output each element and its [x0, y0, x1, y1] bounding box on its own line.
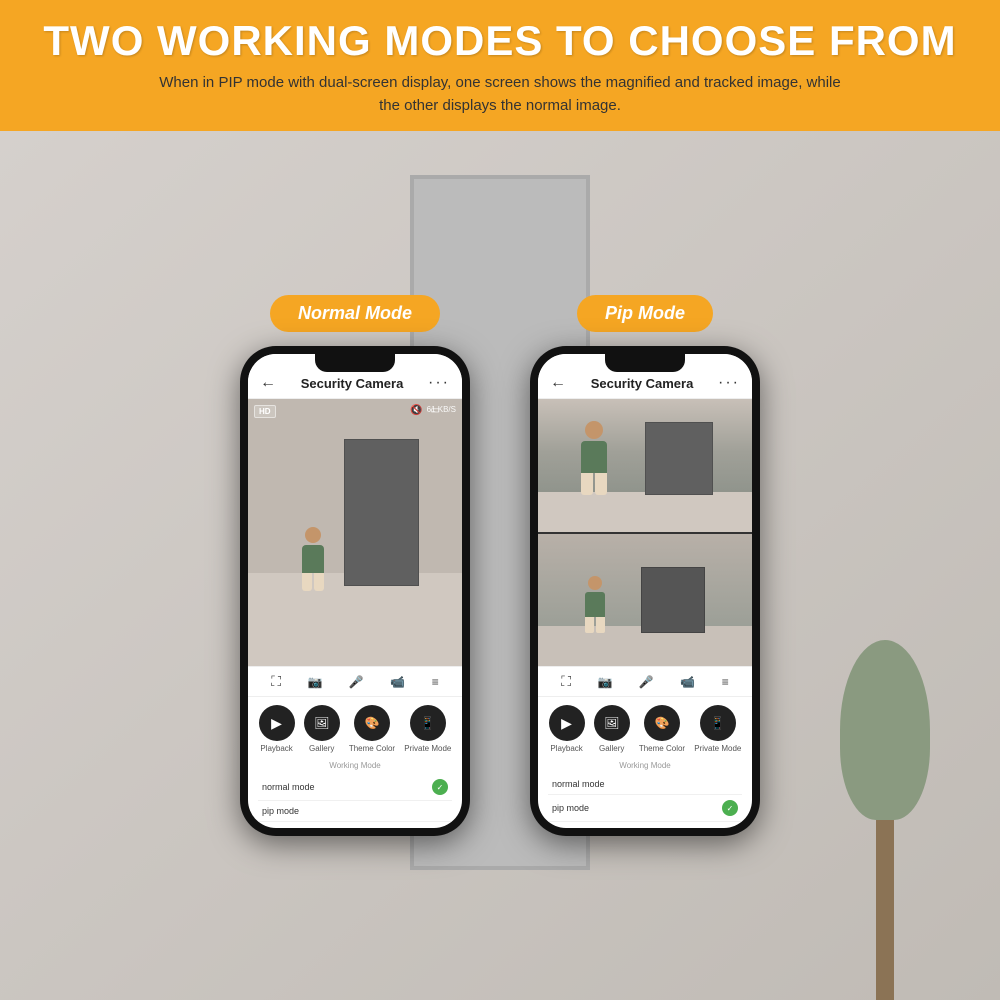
cam-floor	[248, 573, 462, 666]
toolbar-normal: ⛶ 📷 🎤 📹 ≡	[248, 666, 462, 697]
action-buttons-pip: ▶ Playback 🖼 Gallery 🎨 Theme Color �	[538, 697, 752, 757]
person-leg-right	[314, 573, 324, 591]
back-icon-pip[interactable]: ←	[550, 374, 566, 392]
theme-icon-pip: 🎨	[644, 705, 680, 741]
toolbar-fullscreen-pip[interactable]: ⛶	[561, 673, 571, 690]
tree-trunk	[876, 820, 894, 1000]
playback-label: Playback	[260, 744, 292, 753]
camera-scene-normal: HD 61 KB/S 🔇 ▭	[248, 399, 462, 666]
toolbar-record-pip[interactable]: 📹	[680, 675, 695, 689]
person-figure-normal	[302, 527, 324, 591]
tree-canopy	[840, 640, 930, 820]
normal-mode-option[interactable]: normal mode ✓	[258, 774, 452, 801]
cam-door	[344, 439, 419, 586]
theme-icon: 🎨	[354, 705, 390, 741]
phone-notch-right	[605, 354, 685, 372]
header-section: TWO WORKING MODES TO CHOOSE FROM When in…	[0, 0, 1000, 131]
theme-color-btn[interactable]: 🎨 Theme Color	[349, 705, 395, 753]
camera-view-normal: HD 61 KB/S 🔇 ▭	[248, 399, 462, 666]
pip-bottom-view	[538, 534, 752, 667]
gallery-label-pip: Gallery	[599, 744, 624, 753]
gallery-label: Gallery	[309, 744, 334, 753]
toolbar-menu[interactable]: ≡	[432, 675, 439, 689]
pip-top-view	[538, 399, 752, 534]
playback-icon-pip: ▶	[549, 705, 585, 741]
toolbar-pip: ⛶ 📷 🎤 📹 ≡	[538, 666, 752, 697]
gallery-icon-pip: 🖼	[594, 705, 630, 741]
person-legs	[302, 573, 324, 591]
background-tree	[840, 720, 930, 1000]
working-mode-pip: Working Mode normal mode pip mode ✓	[538, 757, 752, 828]
pip-mode-screen: ← Security Camera ···	[538, 354, 752, 828]
normal-mode-check: ✓	[432, 779, 448, 795]
page-subtitle: When in PIP mode with dual-screen displa…	[150, 72, 850, 117]
private-icon: 📱	[410, 705, 446, 741]
pip-mode-option-in-normal[interactable]: pip mode	[258, 801, 452, 822]
private-label-pip: Private Mode	[694, 744, 741, 753]
toolbar-camera[interactable]: 📷	[307, 675, 322, 689]
theme-label-pip: Theme Color	[639, 744, 685, 753]
normal-mode-badge: Normal Mode	[270, 295, 440, 332]
person-leg-left	[302, 573, 312, 591]
normal-mode-phone: ← Security Camera ···	[240, 346, 470, 836]
normal-mode-option-pip[interactable]: normal mode	[548, 774, 742, 795]
person-head	[305, 527, 321, 543]
gallery-icon: 🖼	[304, 705, 340, 741]
playback-label-pip: Playback	[550, 744, 582, 753]
pip-mode-wrapper: Pip Mode ← Security Camera ···	[530, 295, 760, 836]
private-mode-btn-pip[interactable]: 📱 Private Mode	[694, 705, 741, 753]
app-title-normal: Security Camera	[301, 376, 404, 391]
working-mode-title-pip: Working Mode	[548, 761, 742, 770]
normal-mode-wrapper: Normal Mode ← Security Camera ···	[240, 295, 470, 836]
toolbar-camera-pip[interactable]: 📷	[597, 675, 612, 689]
screen-icon-normal[interactable]: ▭	[431, 405, 440, 416]
more-icon-normal[interactable]: ···	[428, 374, 450, 392]
theme-label: Theme Color	[349, 744, 395, 753]
normal-mode-screen: ← Security Camera ···	[248, 354, 462, 828]
pip-mode-option[interactable]: pip mode ✓	[548, 795, 742, 822]
pip-label-in-normal: pip mode	[262, 806, 299, 816]
normal-mode-label-pip: normal mode	[552, 779, 605, 789]
gallery-btn-pip[interactable]: 🖼 Gallery	[594, 705, 630, 753]
pip-mode-phone: ← Security Camera ···	[530, 346, 760, 836]
pip-mode-check: ✓	[722, 800, 738, 816]
action-buttons-normal: ▶ Playback 🖼 Gallery 🎨 Theme Color �	[248, 697, 462, 757]
pip-split-view	[538, 399, 752, 666]
more-icon-pip[interactable]: ···	[718, 374, 740, 392]
normal-mode-label: normal mode	[262, 782, 315, 792]
app-title-pip: Security Camera	[591, 376, 694, 391]
hd-badge: HD	[254, 405, 276, 418]
playback-btn-pip[interactable]: ▶ Playback	[549, 705, 585, 753]
toolbar-mic-pip[interactable]: 🎤	[639, 675, 654, 689]
private-label: Private Mode	[404, 744, 451, 753]
pip-mode-label: pip mode	[552, 803, 589, 813]
toolbar-record[interactable]: 📹	[390, 675, 405, 689]
page-title: TWO WORKING MODES TO CHOOSE FROM	[30, 18, 970, 64]
private-icon-pip: 📱	[700, 705, 736, 741]
main-container: TWO WORKING MODES TO CHOOSE FROM When in…	[0, 0, 1000, 1000]
toolbar-mic[interactable]: 🎤	[349, 675, 364, 689]
camera-view-pip	[538, 399, 752, 666]
private-mode-btn[interactable]: 📱 Private Mode	[404, 705, 451, 753]
gallery-btn[interactable]: 🖼 Gallery	[304, 705, 340, 753]
toolbar-fullscreen[interactable]: ⛶	[271, 673, 281, 690]
pip-mode-badge: Pip Mode	[577, 295, 713, 332]
working-mode-title-normal: Working Mode	[258, 761, 452, 770]
toolbar-menu-pip[interactable]: ≡	[722, 675, 729, 689]
phone-notch-left	[315, 354, 395, 372]
playback-icon: ▶	[259, 705, 295, 741]
back-icon-normal[interactable]: ←	[260, 374, 276, 392]
theme-color-btn-pip[interactable]: 🎨 Theme Color	[639, 705, 685, 753]
person-body	[302, 545, 324, 573]
content-section: Normal Mode ← Security Camera ···	[0, 131, 1000, 1000]
playback-btn[interactable]: ▶ Playback	[259, 705, 295, 753]
mute-icon-normal[interactable]: 🔇	[410, 405, 422, 416]
working-mode-normal: Working Mode normal mode ✓ pip mode	[248, 757, 462, 828]
